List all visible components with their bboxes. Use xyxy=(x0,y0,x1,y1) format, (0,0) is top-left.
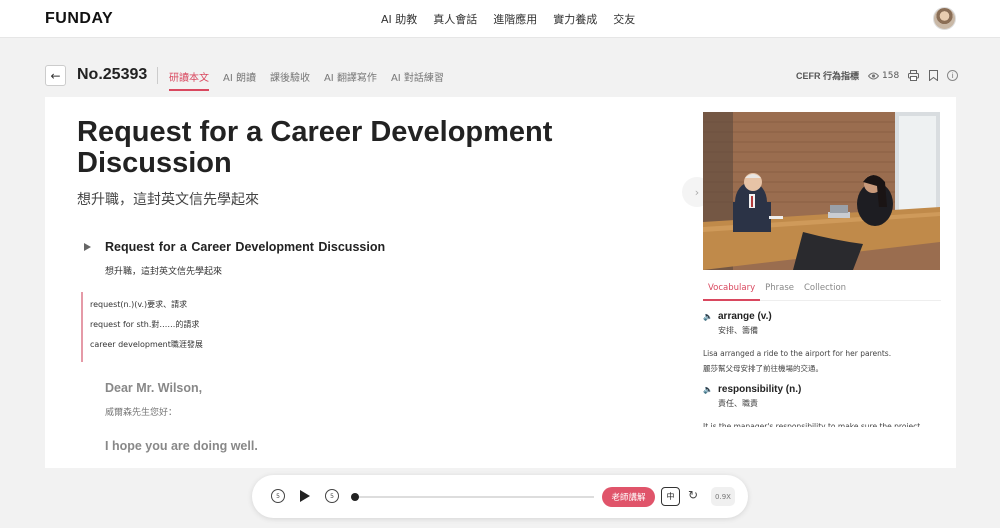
article-number: No.25393 xyxy=(77,66,148,83)
article-photo xyxy=(703,112,940,270)
article-tabs: 研讀本文 AI 朗讀 課後驗收 AI 翻譯寫作 AI 對話練習 xyxy=(169,69,444,91)
audio-player: 5 5 老師講解 中 ↻ 0.9X xyxy=(252,475,748,518)
vocab-word: responsibility (n.) xyxy=(718,384,802,395)
speaker-icon[interactable]: 🔈 xyxy=(703,385,713,394)
tab-ai-translate-writing[interactable]: AI 翻譯寫作 xyxy=(324,69,377,91)
vocab-example-en: It is the manager's responsibility to ma… xyxy=(703,422,921,427)
tab-vocabulary[interactable]: Vocabulary xyxy=(703,281,761,301)
rewind-icon[interactable]: 5 xyxy=(271,489,285,503)
progress-track[interactable] xyxy=(354,496,594,498)
progress-handle[interactable] xyxy=(351,493,359,501)
user-avatar[interactable] xyxy=(933,7,956,30)
article-card: Request for a Career Development Discuss… xyxy=(45,97,956,468)
tab-phrase[interactable]: Phrase xyxy=(760,281,799,301)
vocabulary-list: 🔈 arrange (v.) 安排、籌備 Lisa arranged a rid… xyxy=(703,311,941,427)
vocab-meaning: 安排、籌備 xyxy=(718,326,758,335)
chevron-right-icon: › xyxy=(694,185,700,199)
vocab-notes: request(n.)(v.)要求、請求 request for sth.對……… xyxy=(81,292,281,362)
note-item: request for sth.對……的請求 xyxy=(90,320,200,329)
header-divider xyxy=(157,67,158,84)
info-icon[interactable]: i xyxy=(947,70,959,81)
article-title: Request for a Career Development Discuss… xyxy=(77,116,553,179)
letter-line: I hope you are doing well. xyxy=(105,439,258,453)
cefr-indicator-link[interactable]: CEFR 行為指標 xyxy=(796,69,859,82)
paragraph-title: Request for a Career Development Discuss… xyxy=(105,240,386,254)
article-subtitle: 想升職，這封英文信先學起來 xyxy=(77,192,259,208)
paragraph-translation: 想升職，這封英文信先學起來 xyxy=(105,267,223,277)
play-icon[interactable] xyxy=(300,490,310,502)
nav-item-ai-assistant[interactable]: AI 助教 xyxy=(381,11,417,27)
eye-icon xyxy=(867,70,879,82)
funday-logo[interactable]: FUNDAY xyxy=(45,10,113,28)
vocab-example: It is the manager's responsibility to ma… xyxy=(703,419,941,427)
bookmark-icon[interactable] xyxy=(927,70,939,82)
loop-icon[interactable]: ↻ xyxy=(688,488,698,502)
tab-collection[interactable]: Collection xyxy=(799,281,851,301)
back-button[interactable]: ← xyxy=(45,65,66,86)
nav-item-skills[interactable]: 實力養成 xyxy=(553,11,597,27)
top-nav: FUNDAY AI 助教 真人會話 進階應用 實力養成 交友 xyxy=(0,0,1000,38)
vocab-example: Lisa arranged a ride to the airport for … xyxy=(703,346,941,376)
vocab-example-en: Lisa arranged a ride to the airport for … xyxy=(703,349,892,358)
speaker-icon[interactable]: 🔈 xyxy=(703,312,713,321)
list-item: 🔈 responsibility (n.) 責任、職責 It is the ma… xyxy=(703,384,941,427)
vocab-word: arrange (v.) xyxy=(718,311,772,322)
forward-icon[interactable]: 5 xyxy=(325,489,339,503)
tab-ai-dialogue[interactable]: AI 對話練習 xyxy=(391,69,444,91)
chinese-toggle-button[interactable]: 中 xyxy=(661,487,680,506)
speed-button[interactable]: 0.9X xyxy=(711,487,735,506)
note-item: request(n.)(v.)要求、請求 xyxy=(90,300,188,309)
article-tools: CEFR 行為指標 158 i xyxy=(796,69,959,82)
letter-greeting-translation: 威爾森先生您好： xyxy=(105,408,178,418)
nav-item-advanced[interactable]: 進階應用 xyxy=(493,11,537,27)
arrow-left-icon: ← xyxy=(50,68,61,83)
note-item: career development職涯發展 xyxy=(90,340,203,349)
teacher-explain-button[interactable]: 老師講解 xyxy=(602,487,655,507)
panel-tabs: Vocabulary Phrase Collection xyxy=(703,281,941,301)
main-nav: AI 助教 真人會話 進階應用 實力養成 交友 xyxy=(381,11,635,27)
tab-study-text[interactable]: 研讀本文 xyxy=(169,69,209,91)
list-item: 🔈 arrange (v.) 安排、籌備 Lisa arranged a rid… xyxy=(703,311,941,376)
nav-item-live-conversation[interactable]: 真人會話 xyxy=(433,11,477,27)
view-count: 158 xyxy=(882,70,900,81)
nav-item-friends[interactable]: 交友 xyxy=(613,11,635,27)
letter-greeting: Dear Mr. Wilson, xyxy=(105,381,203,395)
paragraph-play-icon[interactable] xyxy=(84,243,91,251)
vocab-meaning: 責任、職責 xyxy=(718,399,758,408)
vocab-example-zh: 麗莎幫父母安排了前往機場的交通。 xyxy=(703,364,823,373)
print-icon[interactable] xyxy=(907,70,919,82)
tab-quiz[interactable]: 課後驗收 xyxy=(270,69,310,91)
tab-ai-reading[interactable]: AI 朗讀 xyxy=(223,69,256,91)
